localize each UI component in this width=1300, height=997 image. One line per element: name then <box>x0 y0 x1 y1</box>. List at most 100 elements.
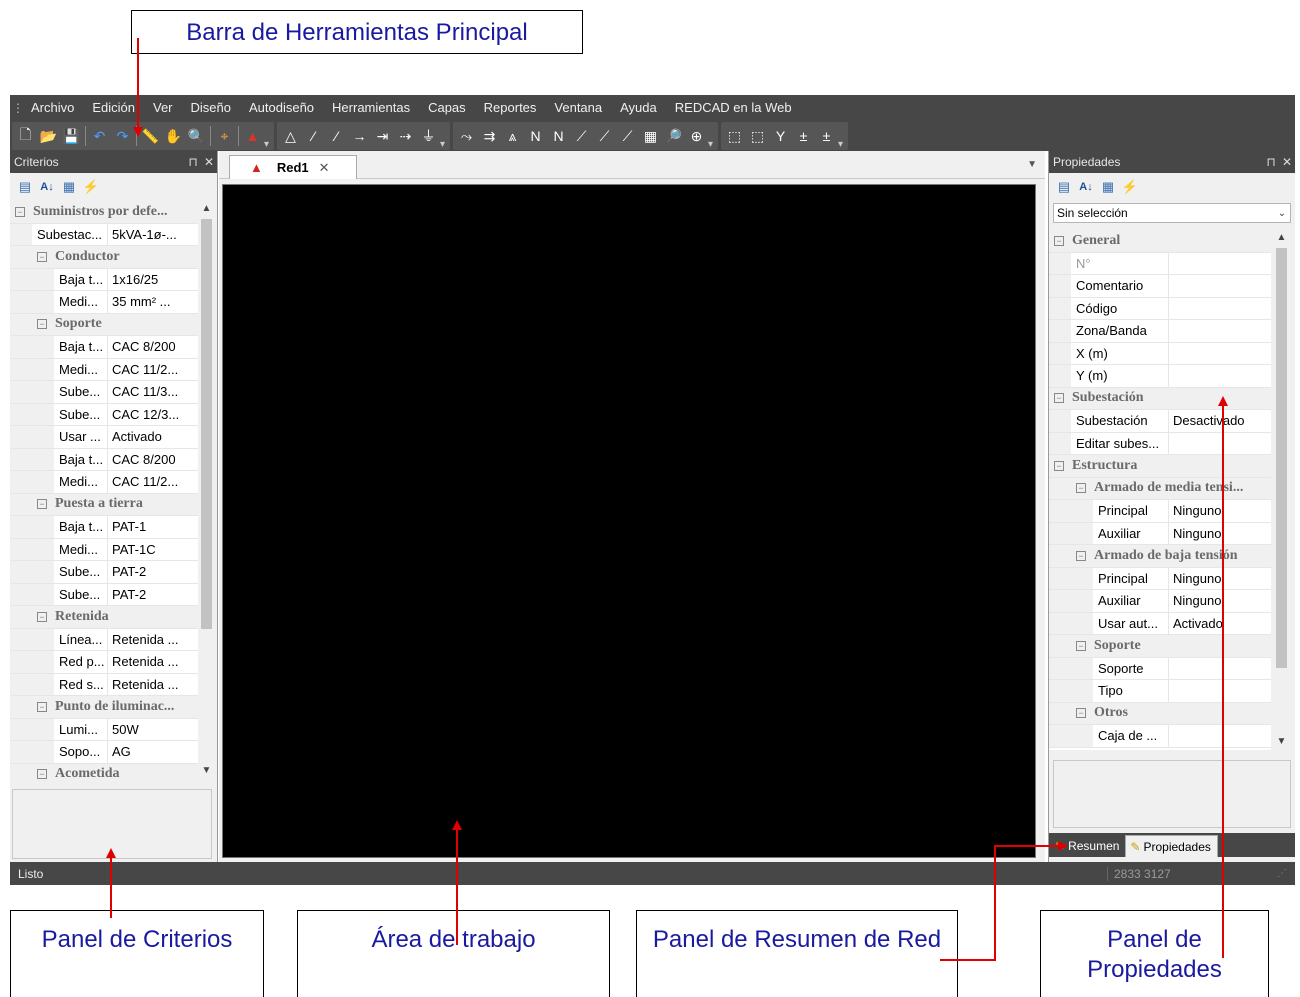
collapse-icon[interactable]: − <box>1076 550 1086 561</box>
property-value[interactable]: CAC 11/2... <box>108 359 178 381</box>
save-icon[interactable]: 💾 <box>60 124 83 148</box>
grid-category[interactable]: − General <box>1049 230 1271 253</box>
property-value[interactable]: Retenida ... <box>108 651 179 673</box>
property-value[interactable]: Ninguno <box>1169 590 1221 612</box>
zoom-icon[interactable]: 🔍 <box>185 124 208 148</box>
menu-item-6[interactable]: Capas <box>419 95 475 121</box>
menu-item-9[interactable]: Ayuda <box>611 95 666 121</box>
new-file-icon[interactable]: 🗋 <box>14 124 37 148</box>
scroll-down-icon[interactable]: ▼ <box>1273 734 1290 750</box>
grid-category[interactable]: − Soporte <box>1049 635 1271 658</box>
auto-bt-icon[interactable]: ± <box>792 124 815 148</box>
grid-row[interactable]: Subestac... 5kVA-1ø-... <box>10 223 198 246</box>
property-value[interactable]: PAT-2 <box>108 561 146 583</box>
menu-item-5[interactable]: Herramientas <box>323 95 419 121</box>
property-value[interactable] <box>1169 320 1173 342</box>
grid-row[interactable]: N° <box>1049 252 1271 275</box>
selection-dropdown[interactable]: Sin selección ⌄ <box>1053 203 1291 223</box>
sort-az-icon[interactable]: A↓ <box>36 177 58 197</box>
toolbar-overflow-icon[interactable]: ▾ <box>838 139 846 150</box>
property-value[interactable]: PAT-1 <box>108 516 146 538</box>
collapse-icon[interactable]: − <box>1076 640 1086 651</box>
pan-hand-icon[interactable]: ✋ <box>162 124 185 148</box>
property-value[interactable]: PAT-1C <box>108 539 156 561</box>
redcad-icon[interactable]: ▲ <box>241 124 264 148</box>
grid-category[interactable]: − Acometida <box>10 763 198 779</box>
close-icon[interactable]: ✕ <box>1279 155 1295 169</box>
grid-row[interactable]: Tipo <box>1049 680 1271 703</box>
property-value[interactable]: CAC 8/200 <box>108 336 176 358</box>
grid-row[interactable]: Zona/Banda <box>1049 320 1271 343</box>
grid-category[interactable]: − Armado de baja tensión <box>1049 545 1271 568</box>
grid-row[interactable]: Baja t... PAT-1 <box>10 516 198 539</box>
property-value[interactable] <box>1169 725 1173 747</box>
pin-icon[interactable]: ⊓ <box>185 155 201 169</box>
select-remove-icon[interactable]: ⬚ <box>746 124 769 148</box>
property-value[interactable]: Desactivado <box>1169 410 1245 432</box>
grid-category[interactable]: − Puesta a tierra <box>10 493 198 516</box>
property-value[interactable]: CAC 12/3... <box>108 404 179 426</box>
property-value[interactable]: 1x16/25 <box>108 269 158 291</box>
property-value[interactable]: Activado <box>1169 613 1223 635</box>
grid-row[interactable]: Medi... CAC 11/2... <box>10 358 198 381</box>
collapse-icon[interactable]: − <box>1076 483 1086 494</box>
grid-category[interactable]: − Suministros por defe... <box>10 201 198 224</box>
menu-item-3[interactable]: Diseño <box>182 95 240 121</box>
property-value[interactable] <box>1169 433 1173 455</box>
grid-row[interactable]: Red p... Retenida ... <box>10 651 198 674</box>
grid-row[interactable]: Y (m) <box>1049 365 1271 388</box>
grid-row[interactable]: Baja t... 1x16/25 <box>10 268 198 291</box>
grid-row[interactable]: Medi... 35 mm² ... <box>10 291 198 314</box>
grid-row[interactable]: Soporte <box>1049 657 1271 680</box>
collapse-icon[interactable]: − <box>37 701 47 712</box>
grid-row[interactable]: Baja t... CAC 8/200 <box>10 336 198 359</box>
line-add-icon[interactable]: ⁄ <box>325 124 348 148</box>
ground-icon[interactable]: ⏚ <box>417 124 440 148</box>
property-value[interactable]: 5kVA-1ø-... <box>108 224 177 246</box>
property-value[interactable] <box>1169 658 1173 680</box>
menu-item-8[interactable]: Ventana <box>545 95 611 121</box>
grid-category[interactable]: − Armado de media tensi... <box>1049 477 1271 500</box>
property-value[interactable] <box>1169 343 1173 365</box>
grid-row[interactable]: Auxiliar Ninguno <box>1049 522 1271 545</box>
categorized-icon[interactable]: ▤ <box>14 177 36 197</box>
property-value[interactable]: AG <box>108 741 131 763</box>
snap-icon[interactable]: ⌖ <box>213 124 236 148</box>
chevron-down-icon[interactable]: ⌄ <box>1274 208 1290 219</box>
menu-item-4[interactable]: Autodiseño <box>240 95 323 121</box>
grid-row[interactable]: Sube... CAC 12/3... <box>10 403 198 426</box>
scroll-up-icon[interactable]: ▲ <box>198 201 215 217</box>
scroll-thumb[interactable] <box>1276 248 1287 668</box>
grid-row[interactable]: Medi... CAC 11/2... <box>10 471 198 494</box>
collapse-icon[interactable]: − <box>37 499 47 510</box>
property-value[interactable] <box>1169 253 1173 275</box>
chevron-down-icon[interactable]: ▼ <box>1027 159 1037 170</box>
events-icon[interactable]: ⚡ <box>1119 177 1141 197</box>
grid-row[interactable]: Usar aut... Activado <box>1049 612 1271 635</box>
undo-icon[interactable]: ↶ <box>88 124 111 148</box>
grid-row[interactable]: X (m) <box>1049 342 1271 365</box>
tower-icon[interactable]: ⩓ <box>501 124 524 148</box>
menu-item-10[interactable]: REDCAD en la Web <box>666 95 801 121</box>
property-value[interactable]: 50W <box>108 719 139 741</box>
grid-row[interactable]: Subestación Desactivado <box>1049 410 1271 433</box>
line-l-icon[interactable]: ⟋ <box>616 124 639 148</box>
menu-grip-icon[interactable]: ⋮ <box>12 101 24 115</box>
grid-category[interactable]: − Estructura <box>1049 455 1271 478</box>
property-value[interactable]: CAC 8/200 <box>108 449 176 471</box>
collapse-icon[interactable]: − <box>1054 235 1064 246</box>
toolbar-overflow-icon[interactable]: ▾ <box>440 139 448 150</box>
menu-item-0[interactable]: Archivo <box>22 95 83 121</box>
auto-mt-icon[interactable]: ± <box>815 124 838 148</box>
tab-propiedades[interactable]: ✎ Propiedades <box>1125 835 1218 857</box>
close-tab-icon[interactable]: ✕ <box>319 160 330 176</box>
grid-category[interactable]: − Punto de iluminac... <box>10 696 198 719</box>
auto-route-icon[interactable]: ⇉ <box>478 124 501 148</box>
property-pages-icon[interactable]: ▦ <box>58 177 80 197</box>
grid-row[interactable]: Sube... CAC 11/3... <box>10 381 198 404</box>
drawing-canvas[interactable] <box>222 184 1036 858</box>
collapse-icon[interactable]: − <box>1054 393 1064 404</box>
property-value[interactable]: Ninguno <box>1169 523 1221 545</box>
collapse-icon[interactable]: − <box>1076 708 1086 719</box>
grid-row[interactable]: Caja de ... <box>1049 725 1271 748</box>
